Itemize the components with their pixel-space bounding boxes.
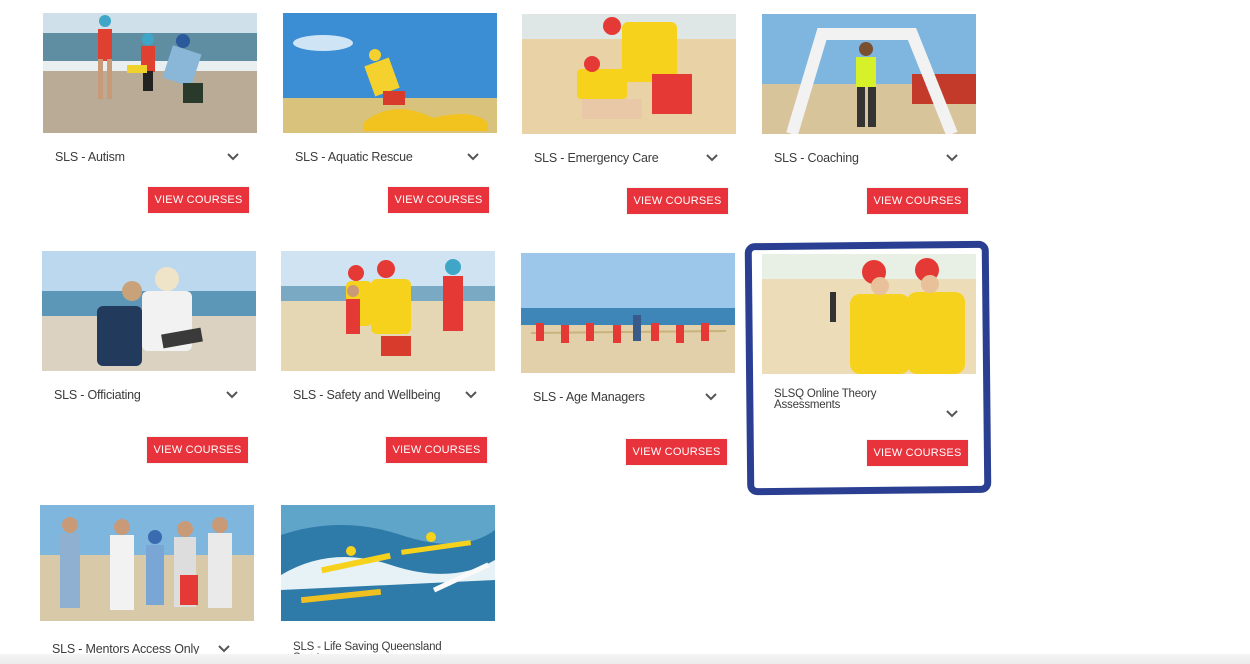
course-title: SLS - Aquatic Rescue: [295, 150, 413, 164]
chevron-down-icon[interactable]: [467, 153, 479, 161]
course-card-mentors-access-only[interactable]: SLS - Mentors Access Only: [40, 505, 254, 664]
course-title: SLS - Age Managers: [533, 390, 645, 404]
course-image-emergency-care: [522, 14, 736, 134]
view-courses-button[interactable]: VIEW COURSES: [626, 439, 727, 465]
course-card-safety-and-wellbeing[interactable]: SLS - Safety and Wellbeing VIEW COURSES: [281, 251, 495, 466]
course-image-age-managers: [521, 253, 735, 373]
view-courses-button[interactable]: VIEW COURSES: [867, 188, 968, 214]
course-title: SLS - Coaching: [774, 151, 859, 165]
course-title: SLS - Officiating: [54, 388, 141, 402]
selection-highlight: [744, 240, 992, 496]
course-title: SLS - Autism: [55, 150, 125, 164]
course-card-coaching[interactable]: SLS - Coaching VIEW COURSES: [762, 14, 976, 224]
course-card-age-managers[interactable]: SLS - Age Managers VIEW COURSES: [521, 253, 735, 468]
course-image-aquatic-rescue: [283, 13, 497, 133]
course-title: SLS - Safety and Wellbeing: [293, 388, 441, 402]
course-image-officiating: [42, 251, 256, 371]
chevron-down-icon[interactable]: [226, 391, 238, 399]
course-image-coaching: [762, 14, 976, 134]
view-courses-button[interactable]: VIEW COURSES: [627, 188, 728, 214]
course-title: SLS - Emergency Care: [534, 151, 659, 165]
chevron-down-icon[interactable]: [218, 645, 230, 653]
chevron-down-icon[interactable]: [465, 391, 477, 399]
chevron-down-icon[interactable]: [705, 393, 717, 401]
page-bottom-edge: [0, 654, 1250, 664]
chevron-down-icon[interactable]: [946, 154, 958, 162]
course-card-emergency-care[interactable]: SLS - Emergency Care VIEW COURSES: [522, 14, 736, 224]
course-image-autism: [43, 13, 257, 133]
chevron-down-icon[interactable]: [706, 154, 718, 162]
course-image-life-saving-queensland-sports: [281, 505, 495, 621]
chevron-down-icon[interactable]: [227, 153, 239, 161]
course-card-officiating[interactable]: SLS - Officiating VIEW COURSES: [42, 251, 256, 466]
view-courses-button[interactable]: VIEW COURSES: [147, 437, 248, 463]
course-image-safety-and-wellbeing: [281, 251, 495, 371]
view-courses-button[interactable]: VIEW COURSES: [386, 437, 487, 463]
course-image-mentors-access-only: [40, 505, 254, 621]
view-courses-button[interactable]: VIEW COURSES: [388, 187, 489, 213]
course-card-aquatic-rescue[interactable]: SLS - Aquatic Rescue VIEW COURSES: [283, 13, 497, 223]
course-card-life-saving-queensland-sports[interactable]: SLS - Life Saving Queensland Sports: [281, 505, 495, 664]
course-card-autism[interactable]: SLS - Autism VIEW COURSES: [43, 13, 257, 223]
view-courses-button[interactable]: VIEW COURSES: [148, 187, 249, 213]
